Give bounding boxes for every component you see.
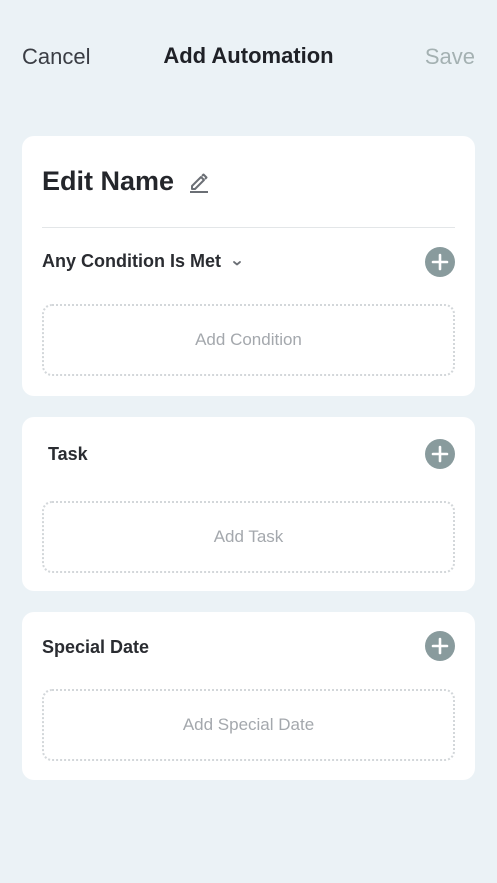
plus-icon [431,445,449,463]
automation-name[interactable]: Edit Name [42,166,174,197]
save-button[interactable]: Save [425,44,475,70]
automation-name-row[interactable]: Edit Name [42,166,210,197]
top-navigation-bar: Cancel Add Automation Save [0,0,497,112]
add-task-label: Add Task [213,527,284,546]
add-condition-label: Add Condition [195,330,302,349]
add-task-plus-button[interactable] [425,439,455,469]
task-label: Task [48,444,88,464]
add-task-area[interactable]: Add Task [42,501,455,573]
condition-mode-label: Any Condition Is Met [42,251,221,271]
divider [42,227,455,228]
special-date-card: Special Date Add Special Date [22,612,475,780]
add-special-date-label: Add Special Date [182,715,315,734]
condition-mode-dropdown[interactable]: Any Condition Is Met [42,251,243,272]
plus-icon [431,253,449,271]
add-condition-plus-button[interactable] [425,247,455,277]
chevron-down-icon [231,256,243,268]
add-special-date-plus-button[interactable] [425,631,455,661]
special-date-label: Special Date [42,637,150,657]
task-card: Task Add Task [22,417,475,591]
automation-condition-card: Edit Name Any Condition Is Met Add Condi… [22,136,475,396]
page-title: Add Automation [163,43,334,68]
pencil-icon[interactable] [188,171,210,193]
add-special-date-area[interactable]: Add Special Date [42,689,455,761]
plus-icon [431,637,449,655]
add-condition-area[interactable]: Add Condition [42,304,455,376]
